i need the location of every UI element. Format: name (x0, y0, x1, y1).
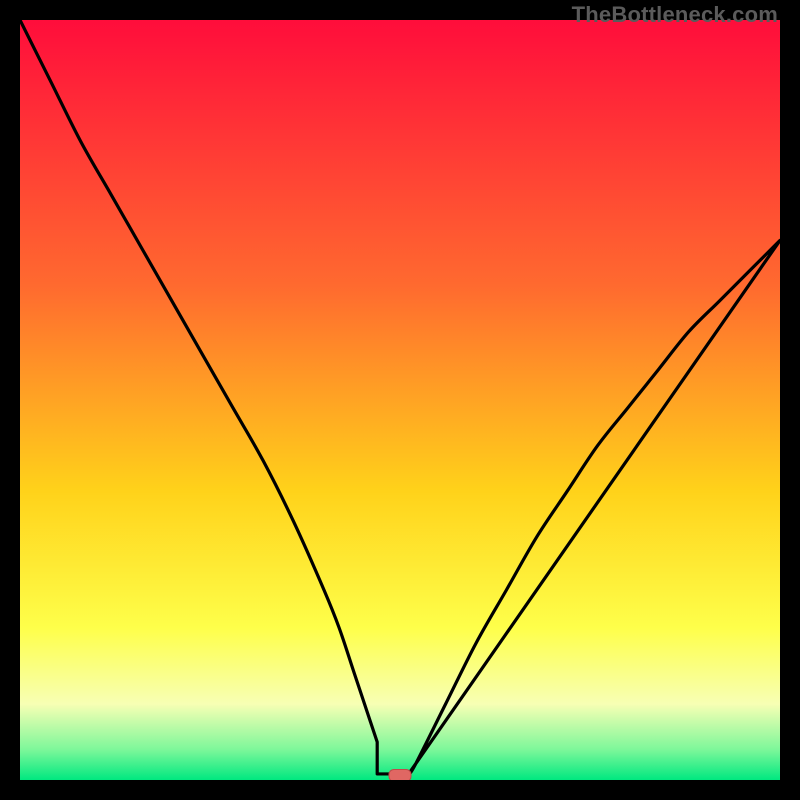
plot-area (20, 20, 780, 780)
watermark-text: TheBottleneck.com (572, 2, 778, 28)
optimum-marker (389, 769, 411, 780)
bottleneck-chart (20, 20, 780, 780)
gradient-background (20, 20, 780, 780)
chart-frame: TheBottleneck.com (0, 0, 800, 800)
